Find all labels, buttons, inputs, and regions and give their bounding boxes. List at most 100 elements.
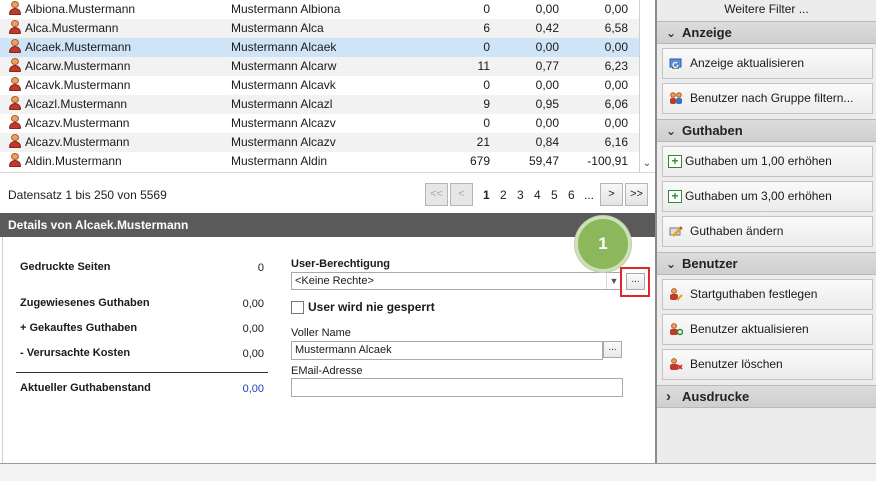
section-header-anzeige[interactable]: ⌄ Anzeige [657, 21, 876, 44]
fullname-field[interactable]: Mustermann Alcaek [291, 341, 603, 360]
credit-cell: 0,00 [497, 76, 559, 95]
page-link-2[interactable]: 2 [500, 188, 507, 202]
first-page-button[interactable]: << [425, 183, 448, 206]
username-cell-text: Aldin.Mustermann [25, 154, 122, 168]
page-link-3[interactable]: 3 [517, 188, 524, 202]
page-link-6[interactable]: 6 [568, 188, 575, 202]
table-row[interactable]: Aldin.Mustermann Mustermann Aldin 679 59,47… [0, 152, 639, 171]
pages-cell-text: 679 [469, 154, 490, 168]
user-delete-icon [670, 358, 683, 370]
permission-select[interactable]: <Keine Rechte> ▼ [291, 272, 622, 290]
table-row[interactable]: Albiona.Mustermann Mustermann Albiona 0 0,0… [0, 0, 639, 19]
delete-users-button[interactable]: Benutzer löschen [662, 349, 873, 380]
credit-plus-1-button[interactable]: + Guthaben um 1,00 erhöhen [662, 146, 873, 177]
page-link-4[interactable]: 4 [534, 188, 541, 202]
fullname-cell: Mustermann Alcaek [231, 38, 446, 57]
page-link-more[interactable]: ... [584, 188, 594, 202]
actions-sidebar: Weitere Filter ... ⌄ Anzeige Anzeige akt… [655, 0, 876, 463]
never-locked-label[interactable]: User wird nie gesperrt [308, 300, 435, 314]
user-refresh-icon [670, 323, 683, 336]
balance-cell: 6,58 [566, 19, 628, 38]
section-header-benutzer[interactable]: ⌄ Benutzer [657, 252, 876, 275]
pages-cell-text: 0 [483, 78, 490, 92]
fullname-cell: Mustermann Alcazv [231, 133, 446, 152]
balance-cell: 0,00 [566, 0, 628, 19]
page-link-1[interactable]: 1 [483, 188, 490, 202]
step-callout-badge: 1 [575, 216, 631, 272]
filter-by-group-button[interactable]: Benutzer nach Gruppe filtern... [662, 83, 873, 114]
fullname-label: Voller Name [291, 327, 351, 339]
balance-cell: -100,91 [566, 152, 628, 171]
fullname-value: Mustermann Alcaek [295, 344, 392, 356]
filter-by-group-label: Benutzer nach Gruppe filtern... [690, 91, 854, 105]
plus-icon: + [668, 155, 682, 168]
username-cell-text: Alcavk.Mustermann [25, 78, 131, 92]
caused-costs-value: 0,00 [242, 348, 264, 360]
table-row[interactable]: Alcazv.Mustermann Mustermann Alcazv 21 0,84… [0, 133, 639, 152]
username-cell: Albiona.Mustermann [8, 0, 226, 19]
balance-cell: 6,16 [566, 133, 628, 152]
chevron-down-icon[interactable]: ▼ [606, 273, 621, 289]
table-row[interactable]: Alcaek.Mustermann Mustermann Alcaek 0 0,00 0… [0, 38, 639, 57]
page-link-5[interactable]: 5 [551, 188, 558, 202]
fullname-cell: Mustermann Alcazl [231, 95, 446, 114]
pages-cell: 9 [448, 95, 490, 114]
balance-cell: 6,06 [566, 95, 628, 114]
fullname-cell-text: Mustermann Albiona [231, 2, 341, 16]
user-edit-icon [670, 288, 683, 301]
pages-cell-text: 0 [483, 2, 490, 16]
balance-cell-text: -100,91 [587, 154, 628, 168]
table-row[interactable]: Alcazl.Mustermann Mustermann Alcazl 9 0,95 6… [0, 95, 639, 114]
balance-cell-text: 6,23 [604, 59, 628, 73]
section-title-benutzer: Benutzer [682, 256, 738, 271]
never-locked-checkbox[interactable] [291, 301, 304, 314]
fullname-cell: Mustermann Alca [231, 19, 446, 38]
email-field[interactable] [291, 378, 623, 397]
table-scroll-down-icon[interactable]: ⌄ [640, 155, 654, 172]
table-row[interactable]: Alcavk.Mustermann Mustermann Alcavk 0 0,00 0… [0, 76, 639, 95]
group-filter-icon [670, 92, 682, 104]
fullname-browse-button[interactable]: ... [603, 341, 622, 358]
username-cell-text: Alca.Mustermann [25, 21, 119, 35]
user-icon [8, 77, 22, 91]
assigned-credit-value: 0,00 [242, 298, 264, 310]
section-title-guthaben: Guthaben [682, 123, 743, 138]
delete-users-label: Benutzer löschen [690, 357, 783, 371]
credit-cell: 0,00 [497, 0, 559, 19]
fullname-cell-text: Mustermann Aldin [231, 154, 328, 168]
refresh-users-button[interactable]: Benutzer aktualisieren [662, 314, 873, 345]
balance-cell: 0,00 [566, 114, 628, 133]
details-header: Details von Alcaek.Mustermann [0, 213, 655, 237]
prev-page-button[interactable]: < [450, 183, 473, 206]
more-filters-link[interactable]: Weitere Filter ... [657, 0, 876, 20]
balance-cell: 0,00 [566, 76, 628, 95]
table-row[interactable]: Alcarw.Mustermann Mustermann Alcarw 11 0,77… [0, 57, 639, 76]
last-page-button[interactable]: >> [625, 183, 648, 206]
section-title-anzeige: Anzeige [682, 25, 732, 40]
change-credit-button[interactable]: Guthaben ändern [662, 216, 873, 247]
fullname-cell: Mustermann Alcazv [231, 114, 446, 133]
credit-cell-text: 0,95 [535, 97, 559, 111]
fullname-cell-text: Mustermann Alcaek [231, 40, 337, 54]
next-page-button[interactable]: > [600, 183, 623, 206]
pages-cell-text: 0 [483, 40, 490, 54]
credit-cell-text: 59,47 [528, 154, 559, 168]
refresh-view-label: Anzeige aktualisieren [690, 56, 805, 70]
section-header-guthaben[interactable]: ⌄ Guthaben [657, 119, 876, 142]
username-cell: Alcarw.Mustermann [8, 57, 226, 76]
assigned-credit-label: Zugewiesenes Guthaben [20, 297, 150, 309]
username-cell-text: Alcaek.Mustermann [25, 40, 132, 54]
email-label: EMail-Adresse [291, 365, 363, 377]
credit-cell-text: 0,77 [535, 59, 559, 73]
permission-label: User-Berechtigung [291, 258, 391, 270]
username-cell: Alcazv.Mustermann [8, 114, 226, 133]
table-row[interactable]: Alcazv.Mustermann Mustermann Alcazv 0 0,00 0… [0, 114, 639, 133]
refresh-view-button[interactable]: Anzeige aktualisieren [662, 48, 873, 79]
section-header-ausdrucke[interactable]: › Ausdrucke [657, 385, 876, 408]
credit-plus-3-button[interactable]: + Guthaben um 3,00 erhöhen [662, 181, 873, 212]
table-row[interactable]: Alca.Mustermann Mustermann Alca 6 0,42 6,58 [0, 19, 639, 38]
set-start-credit-button[interactable]: Startguthaben festlegen [662, 279, 873, 310]
credit-cell: 0,42 [497, 19, 559, 38]
current-balance-label: Aktueller Guthabenstand [20, 382, 151, 394]
username-cell-text: Albiona.Mustermann [25, 2, 136, 16]
